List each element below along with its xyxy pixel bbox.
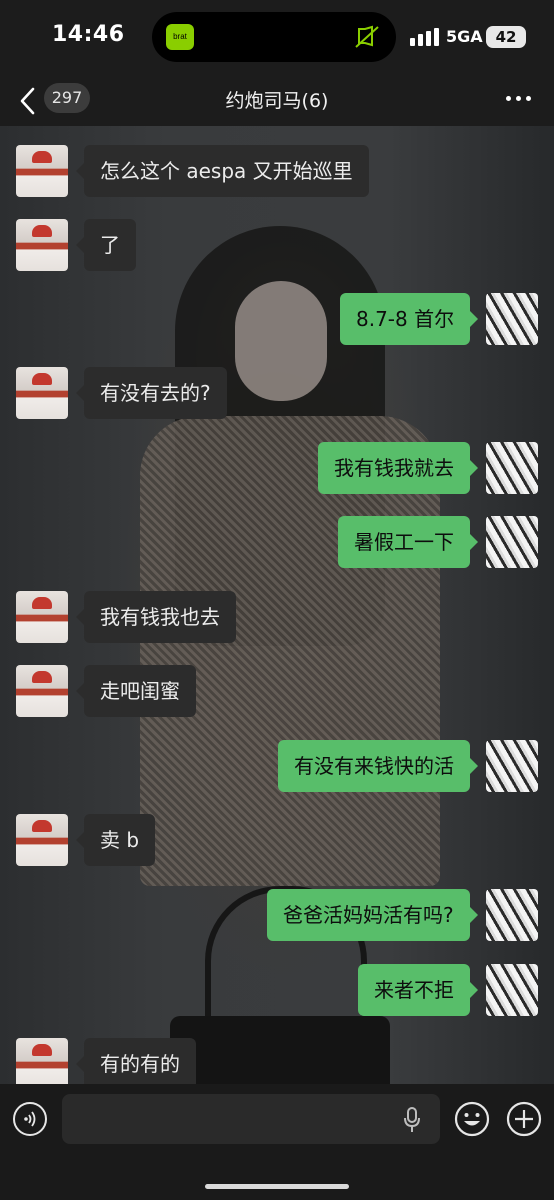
status-time: 14:46 bbox=[52, 22, 125, 47]
sender-avatar[interactable] bbox=[16, 145, 68, 197]
bubble-tail bbox=[470, 758, 478, 774]
bubble-tail bbox=[470, 311, 479, 327]
received-message-bubble[interactable]: 有的有的 bbox=[76, 1038, 196, 1084]
chat-title: 约炮司马(6) bbox=[225, 90, 329, 112]
message-text: 我有钱我就去 bbox=[334, 456, 454, 480]
received-message-bubble[interactable]: 了 bbox=[76, 219, 136, 271]
chat-area[interactable]: 怎么这个 aespa 又开始巡里了 8.7-8 首尔有没有去的? 我有钱我就去暑假工… bbox=[0, 126, 554, 1084]
message-input[interactable] bbox=[62, 1094, 440, 1144]
bubble-tail bbox=[76, 683, 84, 699]
sent-message-bubble[interactable]: 我有钱我就去 bbox=[318, 442, 478, 494]
sender-avatar[interactable] bbox=[16, 219, 68, 271]
more-dots-icon[interactable] bbox=[506, 96, 532, 104]
bubble-tail bbox=[76, 609, 84, 625]
message-row: 有没有来钱快的活 bbox=[0, 740, 554, 796]
message-row: 怎么这个 aespa 又开始巡里 bbox=[0, 145, 554, 201]
self-avatar[interactable] bbox=[486, 889, 538, 941]
plus-icon[interactable] bbox=[506, 1101, 542, 1137]
self-avatar[interactable] bbox=[486, 516, 538, 568]
received-message-bubble[interactable]: 有没有去的? bbox=[76, 367, 227, 419]
signal-icon bbox=[410, 28, 440, 46]
message-text: 8.7-8 首尔 bbox=[356, 307, 455, 331]
message-text: 怎么这个 aespa 又开始巡里 bbox=[100, 159, 353, 183]
self-avatar[interactable] bbox=[486, 293, 538, 345]
received-message-bubble[interactable]: 我有钱我也去 bbox=[76, 591, 236, 643]
network-type: 5GA bbox=[446, 27, 483, 46]
battery-indicator: 42 bbox=[486, 26, 526, 48]
message-text: 卖 b bbox=[100, 828, 140, 852]
message-text: 爸爸活妈妈活有吗? bbox=[283, 903, 454, 927]
message-text: 走吧闺蜜 bbox=[100, 679, 180, 703]
sent-message-bubble[interactable]: 来者不拒 bbox=[358, 964, 478, 1016]
mute-icon bbox=[355, 25, 379, 48]
island-app-icon: brat bbox=[166, 24, 194, 50]
voice-icon[interactable] bbox=[13, 1102, 47, 1136]
message-row: 我有钱我也去 bbox=[0, 591, 554, 647]
sender-avatar[interactable] bbox=[16, 1038, 68, 1084]
sent-message-bubble[interactable]: 暑假工一下 bbox=[338, 516, 478, 568]
bubble-tail bbox=[470, 982, 478, 998]
message-text: 我有钱我也去 bbox=[100, 605, 220, 629]
message-row: 有没有去的? bbox=[0, 367, 554, 423]
message-row: 来者不拒 bbox=[0, 964, 554, 1020]
message-text: 暑假工一下 bbox=[354, 530, 454, 554]
bubble-tail bbox=[76, 832, 84, 848]
sender-avatar[interactable] bbox=[16, 814, 68, 866]
message-row: 8.7-8 首尔 bbox=[0, 293, 554, 349]
sender-avatar[interactable] bbox=[16, 367, 68, 419]
sent-message-bubble[interactable]: 8.7-8 首尔 bbox=[340, 293, 479, 345]
message-row: 了 bbox=[0, 219, 554, 275]
bubble-tail bbox=[469, 907, 478, 923]
message-row: 有的有的 bbox=[0, 1038, 554, 1084]
sender-avatar[interactable] bbox=[16, 591, 68, 643]
received-message-bubble[interactable]: 卖 b bbox=[76, 814, 156, 866]
home-indicator[interactable] bbox=[205, 1184, 349, 1189]
sent-message-bubble[interactable]: 有没有来钱快的活 bbox=[278, 740, 478, 792]
status-bar: 14:46 brat 5GA 42 bbox=[0, 0, 554, 78]
message-row: 暑假工一下 bbox=[0, 516, 554, 572]
self-avatar[interactable] bbox=[486, 740, 538, 792]
bubble-tail bbox=[76, 237, 84, 253]
bubble-tail bbox=[470, 534, 478, 550]
bubble-tail bbox=[470, 460, 478, 476]
received-message-bubble[interactable]: 怎么这个 aespa 又开始巡里 bbox=[76, 145, 369, 197]
self-avatar[interactable] bbox=[486, 964, 538, 1016]
bubble-tail bbox=[76, 1056, 84, 1072]
message-row: 卖 b bbox=[0, 814, 554, 870]
message-row: 爸爸活妈妈活有吗? bbox=[0, 889, 554, 945]
self-avatar[interactable] bbox=[486, 442, 538, 494]
received-message-bubble[interactable]: 走吧闺蜜 bbox=[76, 665, 196, 717]
chat-header: 297 约炮司马(6) bbox=[0, 78, 554, 126]
message-row: 走吧闺蜜 bbox=[0, 665, 554, 721]
sent-message-bubble[interactable]: 爸爸活妈妈活有吗? bbox=[267, 889, 478, 941]
message-text: 有的有的 bbox=[100, 1052, 180, 1076]
message-text: 有没有来钱快的活 bbox=[294, 754, 454, 778]
bubble-tail bbox=[76, 385, 84, 401]
message-row: 我有钱我就去 bbox=[0, 442, 554, 498]
mic-icon[interactable] bbox=[402, 1106, 422, 1134]
message-text: 来者不拒 bbox=[374, 978, 454, 1002]
sender-avatar[interactable] bbox=[16, 665, 68, 717]
message-text: 有没有去的? bbox=[100, 381, 211, 405]
message-text: 了 bbox=[100, 233, 120, 257]
bubble-tail bbox=[76, 163, 84, 179]
input-bar bbox=[0, 1084, 554, 1200]
dynamic-island[interactable]: brat bbox=[152, 12, 396, 62]
emoji-icon[interactable] bbox=[454, 1101, 490, 1137]
